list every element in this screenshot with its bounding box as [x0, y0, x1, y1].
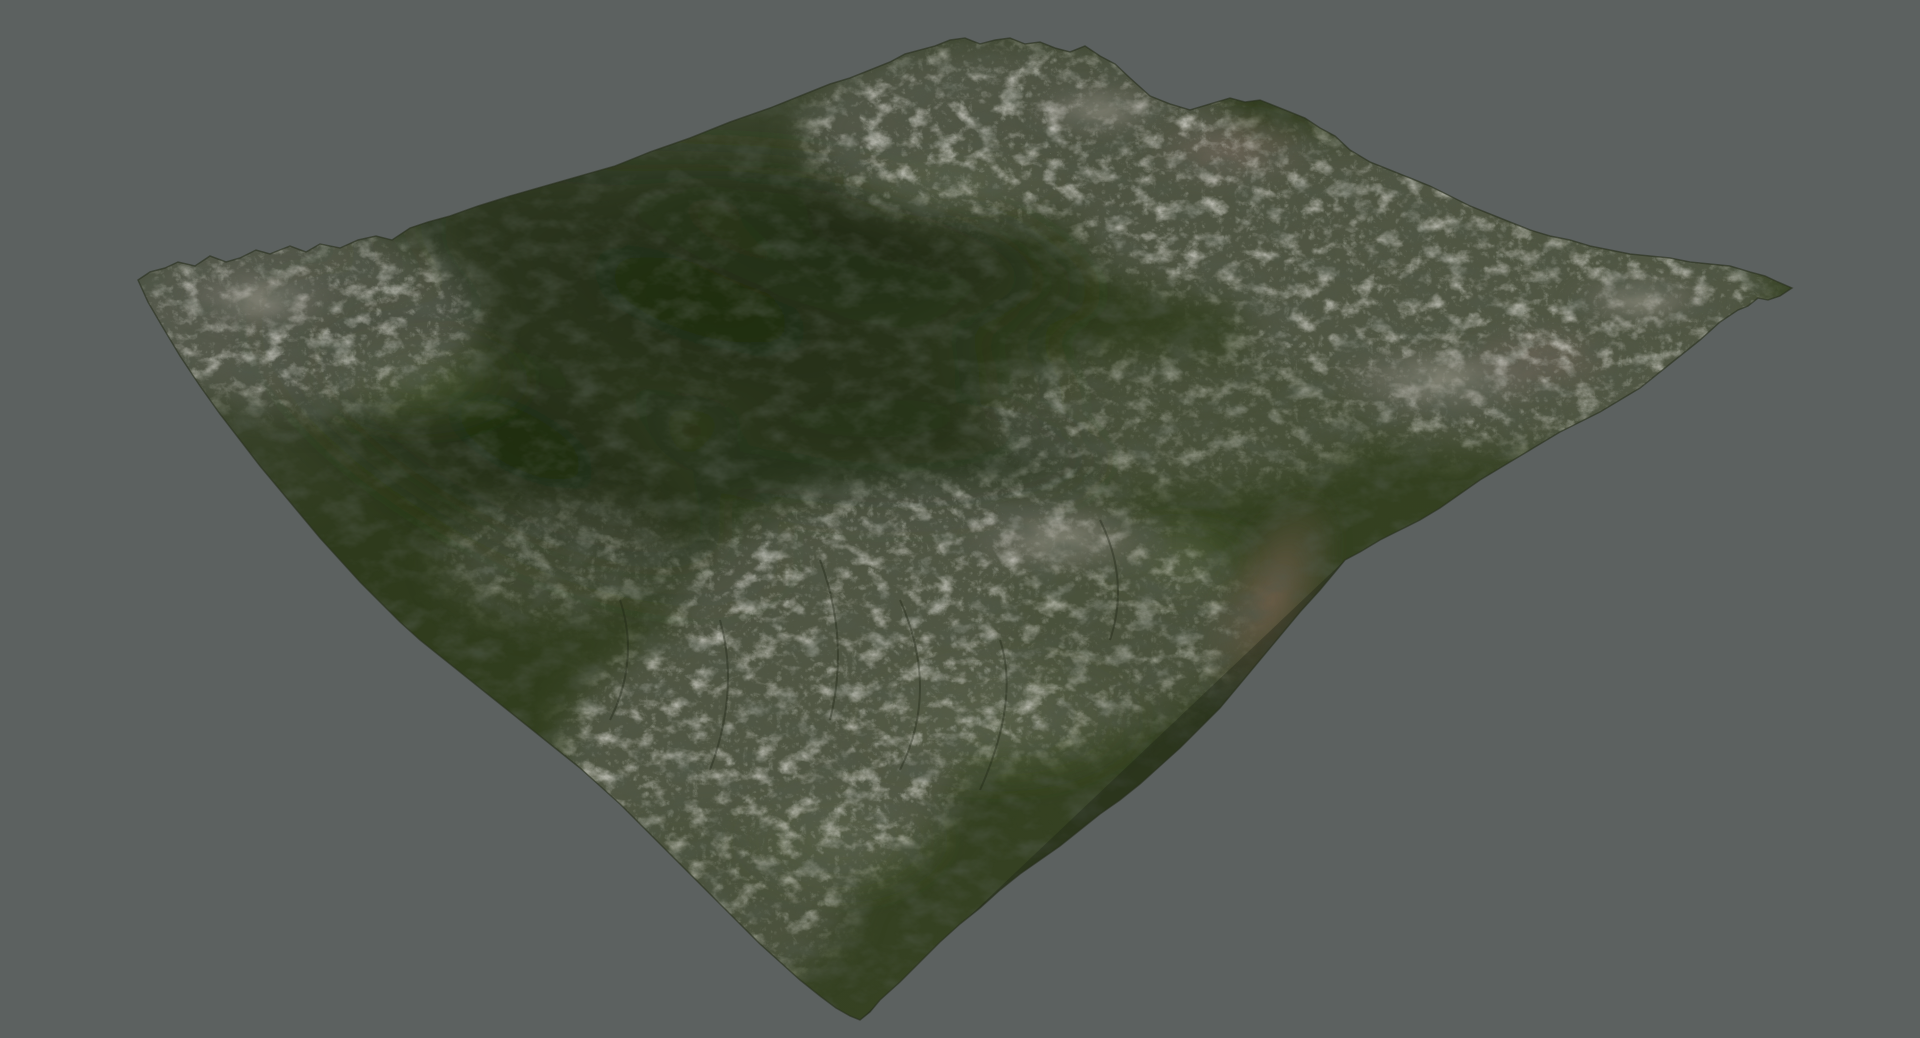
3d-viewport[interactable]: [0, 0, 1920, 1038]
terrain-mesh: [137, 37, 1793, 1021]
terrain-surface: [138, 38, 1792, 1020]
